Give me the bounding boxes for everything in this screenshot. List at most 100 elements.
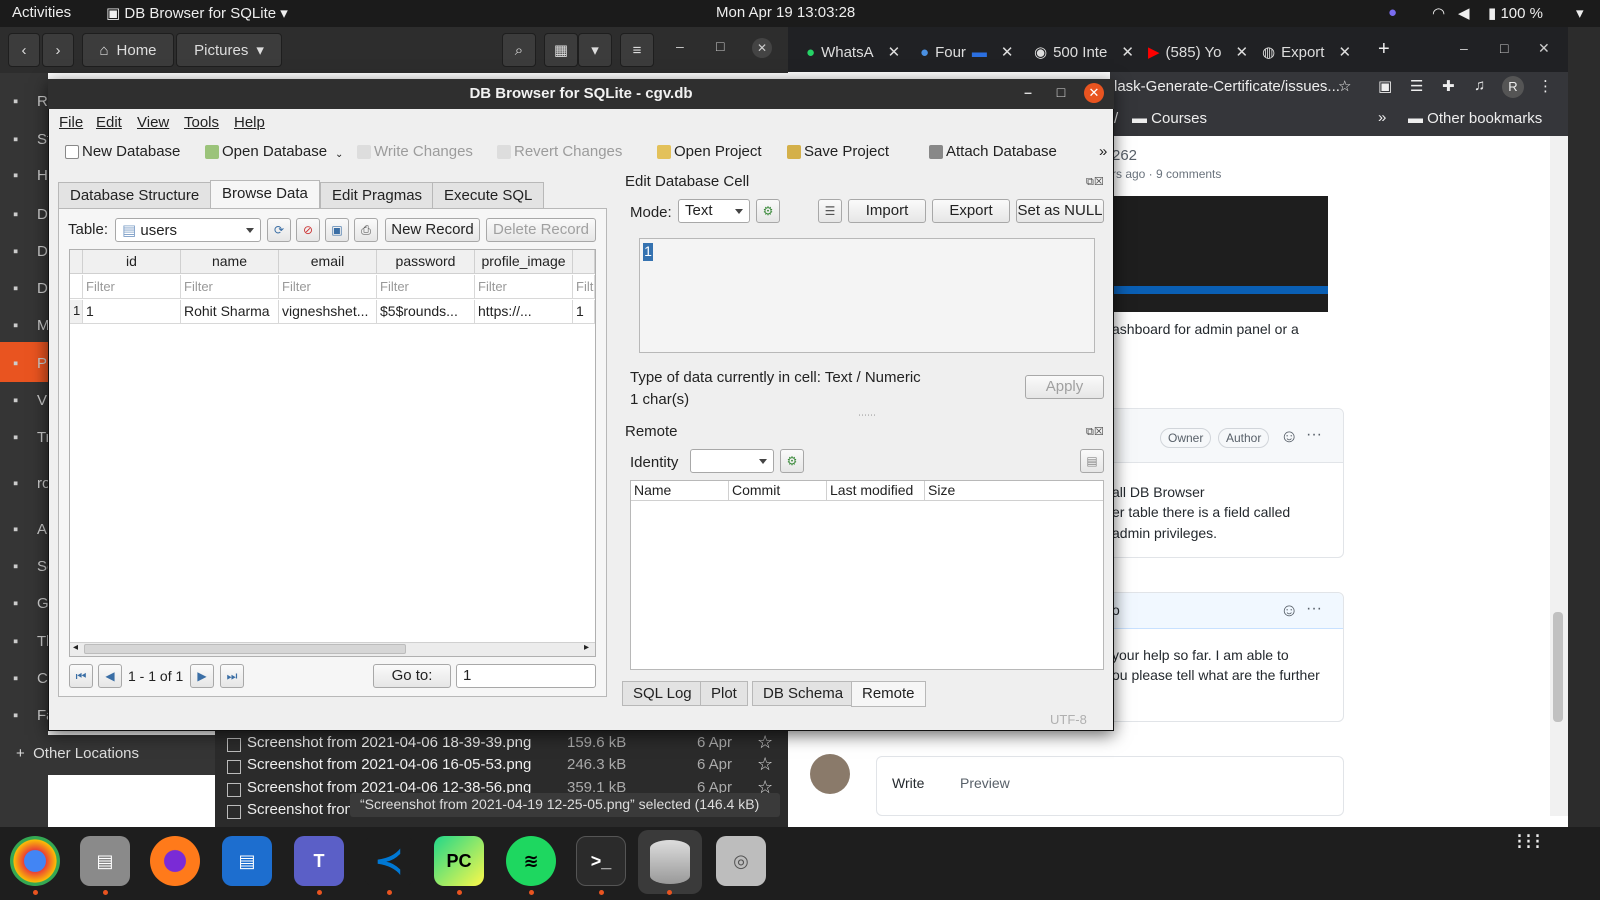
close-icon[interactable]: ✕ bbox=[1538, 40, 1550, 57]
scroll-left-icon[interactable]: ◂ bbox=[73, 642, 78, 653]
maximize-icon[interactable]: □ bbox=[1500, 40, 1508, 56]
teams-dock-icon[interactable]: T bbox=[294, 836, 344, 886]
column-header-password[interactable]: password bbox=[377, 250, 475, 274]
chrome-tab-export[interactable]: ◍ Export ✕ bbox=[1262, 38, 1351, 66]
filter-input-profile-image[interactable]: Filter bbox=[475, 275, 573, 299]
terminal-dock-icon[interactable]: >_ bbox=[576, 836, 626, 886]
column-header-profile-image[interactable]: profile_image bbox=[475, 250, 573, 274]
sidebar-item[interactable]: ▪ H bbox=[0, 167, 48, 189]
cell-password[interactable]: $5$rounds... bbox=[377, 300, 475, 324]
maximize-icon[interactable]: □ bbox=[1051, 84, 1071, 100]
extension-icon[interactable]: ▣ bbox=[1378, 77, 1392, 95]
bookmark-courses[interactable]: ▬ Courses bbox=[1132, 110, 1207, 127]
dock-float-close-icons[interactable]: ⧉☒ bbox=[1086, 175, 1108, 189]
remote-column-name[interactable]: Name bbox=[631, 481, 729, 501]
sidebar-item[interactable]: ▪ D bbox=[0, 243, 48, 265]
filter-input-name[interactable]: Filter bbox=[181, 275, 279, 299]
page-scrollbar-thumb[interactable] bbox=[1553, 612, 1563, 722]
table-select[interactable]: ▤ users bbox=[115, 218, 261, 242]
avatar[interactable] bbox=[810, 754, 850, 794]
identity-settings-button[interactable]: ⚙ bbox=[780, 449, 804, 473]
export-button[interactable]: Export bbox=[932, 199, 1010, 223]
column-header-overflow[interactable] bbox=[573, 250, 595, 274]
cell-editor-textarea[interactable] bbox=[639, 238, 1095, 353]
chrome-tab-500[interactable]: ◉ 500 Inte ✕ bbox=[1034, 38, 1134, 66]
dbbrowser-dock-icon[interactable] bbox=[638, 830, 702, 894]
tab-remote[interactable]: Remote bbox=[851, 681, 926, 707]
minimize-icon[interactable]: – bbox=[676, 38, 684, 54]
sidebar-item[interactable]: ▪ Tr bbox=[0, 429, 48, 451]
more-vert-icon[interactable]: ⋮ bbox=[1538, 77, 1553, 95]
sidebar-item[interactable]: ▪ ro bbox=[0, 475, 48, 497]
path-home[interactable]: ⌂ Home bbox=[82, 33, 174, 67]
set-null-button[interactable]: Set as NULL bbox=[1016, 199, 1104, 223]
close-tab-icon[interactable]: ✕ bbox=[1338, 43, 1351, 61]
menu-file[interactable]: File bbox=[59, 114, 83, 131]
sidebar-item[interactable]: ▪ St bbox=[0, 131, 48, 153]
tab-browse-data[interactable]: Browse Data bbox=[210, 180, 320, 209]
url-text[interactable]: lask-Generate-Certificate/issues... bbox=[1114, 78, 1340, 95]
sidebar-item[interactable]: ▪ Pi bbox=[0, 355, 48, 377]
filter-input-email[interactable]: Filter bbox=[279, 275, 377, 299]
save-project-button[interactable]: Save Project bbox=[787, 143, 889, 160]
more-bookmarks-icon[interactable]: » bbox=[1378, 109, 1386, 126]
tab-db-schema[interactable]: DB Schema bbox=[752, 681, 855, 706]
sidebar-item[interactable]: ▪ Fa bbox=[0, 707, 48, 729]
comment-menu-icon[interactable]: ··· bbox=[1306, 426, 1322, 444]
open-db-dropdown-icon[interactable]: ⌄ bbox=[335, 149, 343, 160]
wifi-icon[interactable]: ◠ bbox=[1432, 4, 1445, 22]
push-button[interactable]: ▤ bbox=[1080, 449, 1104, 473]
view-options-button[interactable]: ▾ bbox=[578, 33, 612, 67]
tab-database-structure[interactable]: Database Structure bbox=[58, 182, 212, 208]
clear-filters-button[interactable]: ⊘ bbox=[296, 218, 320, 242]
write-changes-button[interactable]: Write Changes bbox=[357, 143, 473, 160]
remote-file-list[interactable] bbox=[630, 480, 1104, 670]
volume-icon[interactable]: ◀ bbox=[1458, 4, 1470, 22]
minimize-icon[interactable]: – bbox=[1460, 40, 1468, 56]
puzzle-icon[interactable]: ✚ bbox=[1442, 77, 1455, 95]
open-project-button[interactable]: Open Project bbox=[657, 143, 762, 160]
clock[interactable]: Mon Apr 19 13:03:28 bbox=[716, 4, 855, 21]
close-tab-icon[interactable]: ✕ bbox=[1121, 43, 1134, 61]
tab-sql-log[interactable]: SQL Log bbox=[622, 681, 703, 706]
print-button[interactable]: ⎙ bbox=[354, 218, 378, 242]
open-database-button[interactable]: Open Database bbox=[205, 143, 327, 160]
list-icon[interactable]: ☰ bbox=[1410, 77, 1423, 95]
grid-corner[interactable] bbox=[70, 250, 83, 274]
goto-input[interactable]: 1 bbox=[456, 664, 596, 688]
remote-column-commit[interactable]: Commit bbox=[729, 481, 827, 501]
chrome-dock-icon[interactable] bbox=[10, 836, 60, 886]
sidebar-item[interactable]: ▪ D bbox=[0, 280, 48, 302]
vscode-dock-icon[interactable]: ≺ bbox=[364, 836, 414, 886]
disk-dock-icon[interactable]: ◎ bbox=[716, 836, 766, 886]
close-tab-icon[interactable]: ✕ bbox=[1235, 43, 1248, 61]
cell-name[interactable]: Rohit Sharma bbox=[181, 300, 279, 324]
revert-changes-button[interactable]: Revert Changes bbox=[497, 143, 622, 160]
sidebar-item-other-locations[interactable]: + Other Locations bbox=[0, 735, 215, 775]
minimize-icon[interactable]: – bbox=[1018, 84, 1038, 100]
menu-edit[interactable]: Edit bbox=[96, 114, 122, 131]
cell-id[interactable]: 1 bbox=[83, 300, 181, 324]
star-icon[interactable]: ☆ bbox=[1338, 77, 1351, 95]
sidebar-item[interactable]: ▪ A bbox=[0, 521, 48, 543]
filter-input-overflow[interactable]: Filt bbox=[573, 275, 595, 299]
sidebar-item[interactable]: ▪ G bbox=[0, 595, 48, 617]
filter-input-password[interactable]: Filter bbox=[377, 275, 475, 299]
star-icon[interactable]: ☆ bbox=[757, 732, 773, 753]
sidebar-item[interactable]: ▪ D bbox=[0, 206, 48, 228]
sidebar-item[interactable]: ▪ Tl bbox=[0, 633, 48, 655]
app-menu[interactable]: ▣ DB Browser for SQLite ▾ bbox=[106, 4, 288, 22]
save-table-button[interactable]: ▣ bbox=[325, 218, 349, 242]
spotify-dock-icon[interactable]: ≋ bbox=[506, 836, 556, 886]
first-page-button[interactable]: ⏮ bbox=[69, 664, 93, 688]
system-menu-chevron-icon[interactable]: ▾ bbox=[1576, 4, 1584, 22]
sidebar-item[interactable]: ▪ Se bbox=[0, 558, 48, 580]
attach-database-button[interactable]: Attach Database bbox=[929, 143, 1057, 160]
sidebar-item[interactable]: ▪ V bbox=[0, 392, 48, 414]
new-record-button[interactable]: New Record bbox=[385, 218, 480, 242]
writer-dock-icon[interactable]: ▤ bbox=[222, 836, 272, 886]
word-wrap-button[interactable]: ☰ bbox=[818, 199, 842, 223]
comment-menu-icon[interactable]: ··· bbox=[1306, 600, 1322, 618]
prev-page-button[interactable]: ◀ bbox=[98, 664, 122, 688]
column-header-id[interactable]: id bbox=[83, 250, 181, 274]
